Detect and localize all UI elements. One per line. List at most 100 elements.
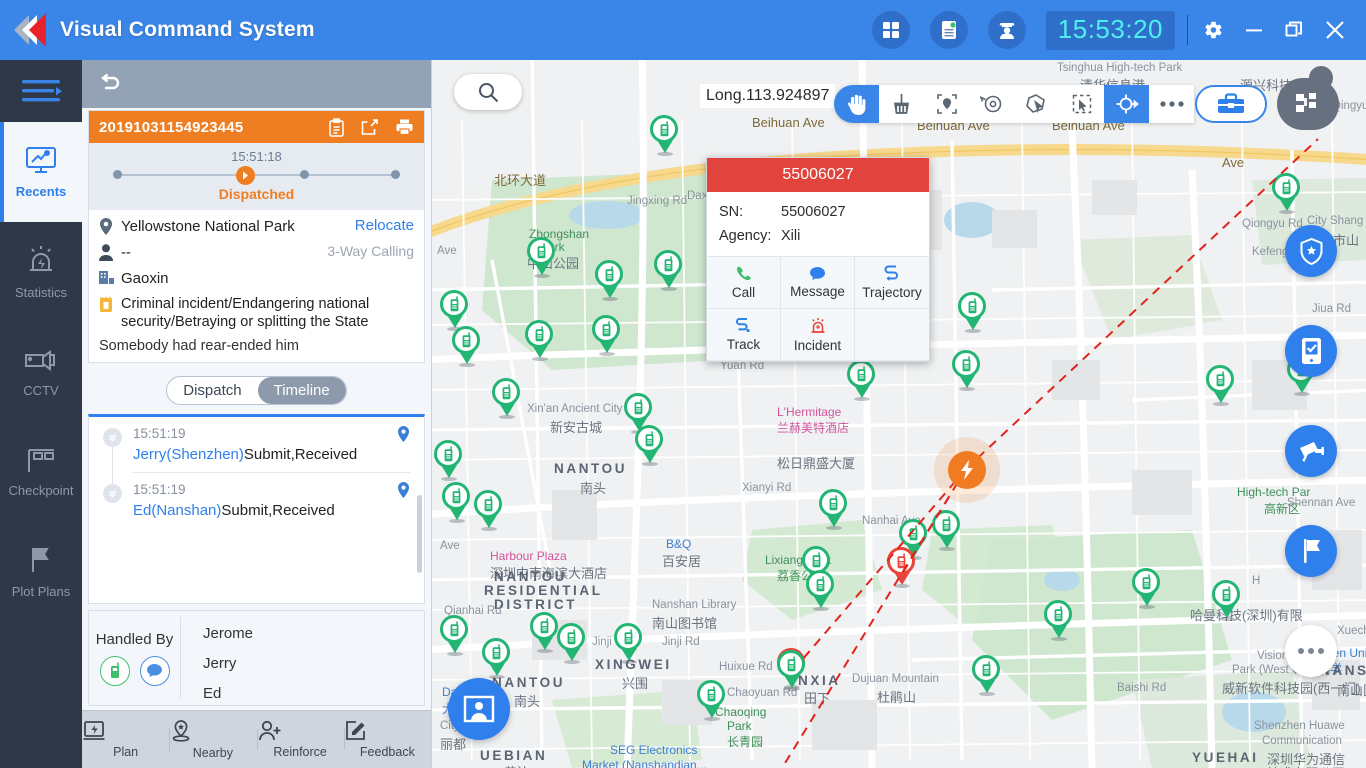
shield-star-icon[interactable]: [1285, 225, 1337, 277]
map-device-marker[interactable]: [887, 547, 917, 588]
back-arrow-icon[interactable]: [96, 73, 122, 95]
sidebar-item-cctv[interactable]: CCTV: [0, 322, 82, 422]
map-device-marker[interactable]: [932, 510, 962, 551]
map-search-button[interactable]: [454, 74, 522, 110]
map-device-marker[interactable]: [806, 570, 836, 611]
map-device-marker[interactable]: [1044, 600, 1074, 641]
map-device-marker[interactable]: [972, 655, 1002, 696]
popup-track-button[interactable]: Track: [707, 309, 781, 361]
chat-bubble-icon[interactable]: [139, 655, 170, 686]
sidebar-item-checkpoint[interactable]: Checkpoint: [0, 422, 82, 522]
tab-dispatch[interactable]: Dispatch: [167, 377, 257, 404]
layers-button[interactable]: [1277, 66, 1339, 130]
sidebar-item-recents[interactable]: Recents: [0, 122, 82, 222]
popup-trajectory-button[interactable]: Trajectory: [855, 257, 929, 309]
three-way-calling-label[interactable]: 3-Way Calling: [327, 243, 414, 259]
popup-incident-button[interactable]: Incident: [781, 309, 855, 361]
progress-step-4[interactable]: [391, 170, 400, 179]
clear-broom-tool[interactable]: [879, 85, 924, 123]
chevron-down-icon[interactable]: [103, 428, 122, 447]
progress-track: [111, 166, 402, 185]
chevron-down-icon[interactable]: [103, 484, 122, 503]
map-device-marker[interactable]: [440, 290, 470, 331]
map-device-marker[interactable]: [595, 260, 625, 301]
flag-icon[interactable]: [1285, 525, 1337, 577]
incident-agency-row: Gaoxin: [99, 269, 414, 288]
map-device-marker[interactable]: [434, 440, 464, 481]
clipboard-icon[interactable]: [328, 117, 345, 137]
map-device-marker[interactable]: [1206, 365, 1236, 406]
place-marker-tool[interactable]: [924, 85, 969, 123]
cctv-camera-icon[interactable]: [1285, 425, 1337, 477]
sidebar-item-plot-plans[interactable]: Plot Plans: [0, 522, 82, 622]
timeline-actor[interactable]: Ed(Nanshan): [133, 502, 221, 519]
radius-search-tool[interactable]: [969, 85, 1014, 123]
relocate-button[interactable]: Relocate: [355, 217, 414, 234]
map-device-marker[interactable]: [525, 320, 555, 361]
more-tools[interactable]: [1149, 85, 1194, 123]
map-device-marker[interactable]: [650, 115, 680, 156]
map-device-marker[interactable]: [952, 350, 982, 391]
print-icon[interactable]: [395, 118, 414, 136]
progress-current-step[interactable]: [236, 166, 256, 185]
dashboard-icon[interactable]: [871, 11, 910, 49]
center-crosshair-tool[interactable]: [1104, 85, 1149, 123]
map-device-marker[interactable]: [440, 615, 470, 656]
radio-call-icon[interactable]: [99, 655, 130, 686]
popup-message-button[interactable]: Message: [781, 257, 855, 309]
map-device-marker[interactable]: [527, 237, 557, 278]
tablet-check-icon[interactable]: [1285, 325, 1337, 377]
menu-toggle-icon[interactable]: [0, 60, 82, 122]
timeline-locate-icon[interactable]: [397, 482, 410, 499]
map-device-marker[interactable]: [592, 315, 622, 356]
minimize-icon[interactable]: [1244, 23, 1264, 37]
map-device-marker[interactable]: [1132, 568, 1162, 609]
map-device-marker[interactable]: [654, 250, 684, 291]
reinforce-button[interactable]: Reinforce: [256, 720, 344, 759]
incident-marker[interactable]: [948, 451, 986, 489]
person-screen-icon[interactable]: [448, 678, 510, 740]
officer-icon[interactable]: [987, 11, 1026, 49]
report-icon[interactable]: [929, 11, 968, 49]
sidebar-item-statistics[interactable]: Statistics: [0, 222, 82, 322]
map-device-marker[interactable]: [958, 292, 988, 333]
settings-gear-icon[interactable]: [1202, 19, 1224, 41]
device-popup: 55006027 SN: 55006027 Agency: Xili Call: [706, 157, 930, 362]
map-device-marker[interactable]: [442, 482, 472, 523]
map-device-marker[interactable]: [474, 490, 504, 531]
timeline-item[interactable]: 15:51:19 Jerry(Shenzhen)Submit,Received: [89, 417, 424, 493]
map-device-marker[interactable]: [557, 623, 587, 664]
pan-hand-tool[interactable]: [834, 85, 879, 123]
toolbox-button[interactable]: [1195, 85, 1267, 123]
timeline-actor[interactable]: Jerry(Shenzhen): [133, 446, 244, 463]
restore-icon[interactable]: [1284, 20, 1304, 40]
map-device-marker[interactable]: [697, 680, 727, 721]
polygon-select-tool[interactable]: [1014, 85, 1059, 123]
map-device-marker[interactable]: [452, 326, 482, 367]
map-device-marker[interactable]: [819, 489, 849, 530]
map-device-marker[interactable]: [492, 378, 522, 419]
rectangle-select-tool[interactable]: [1059, 85, 1104, 123]
map-device-marker[interactable]: [847, 360, 877, 401]
close-icon[interactable]: [1324, 19, 1346, 41]
map-device-marker[interactable]: [482, 638, 512, 679]
feedback-button[interactable]: Feedback: [343, 720, 431, 759]
map-device-marker[interactable]: [530, 612, 560, 653]
popup-call-button[interactable]: Call: [707, 257, 781, 309]
tab-timeline[interactable]: Timeline: [257, 377, 346, 404]
progress-step-3[interactable]: [300, 170, 310, 179]
more-dots-icon[interactable]: [1285, 625, 1337, 677]
map-device-marker[interactable]: [1212, 580, 1242, 621]
progress-step-1[interactable]: [113, 170, 122, 179]
nearby-button[interactable]: Nearby: [169, 719, 256, 760]
map-device-marker[interactable]: [614, 623, 644, 664]
map-view[interactable]: 北环大道 Beihuan Ave Beihuan Ave Beihuan Ave Tsi…: [432, 60, 1366, 768]
map-device-marker[interactable]: [635, 425, 665, 466]
map-device-marker[interactable]: [1272, 173, 1302, 214]
timeline-item[interactable]: 15:51:19 Ed(Nanshan)Submit,Received: [89, 473, 424, 519]
share-export-icon[interactable]: [361, 118, 379, 136]
timeline-scrollbar[interactable]: [417, 495, 422, 573]
plan-button[interactable]: Plan: [82, 720, 169, 759]
map-device-marker[interactable]: [777, 650, 807, 691]
timeline-locate-icon[interactable]: [397, 426, 410, 443]
